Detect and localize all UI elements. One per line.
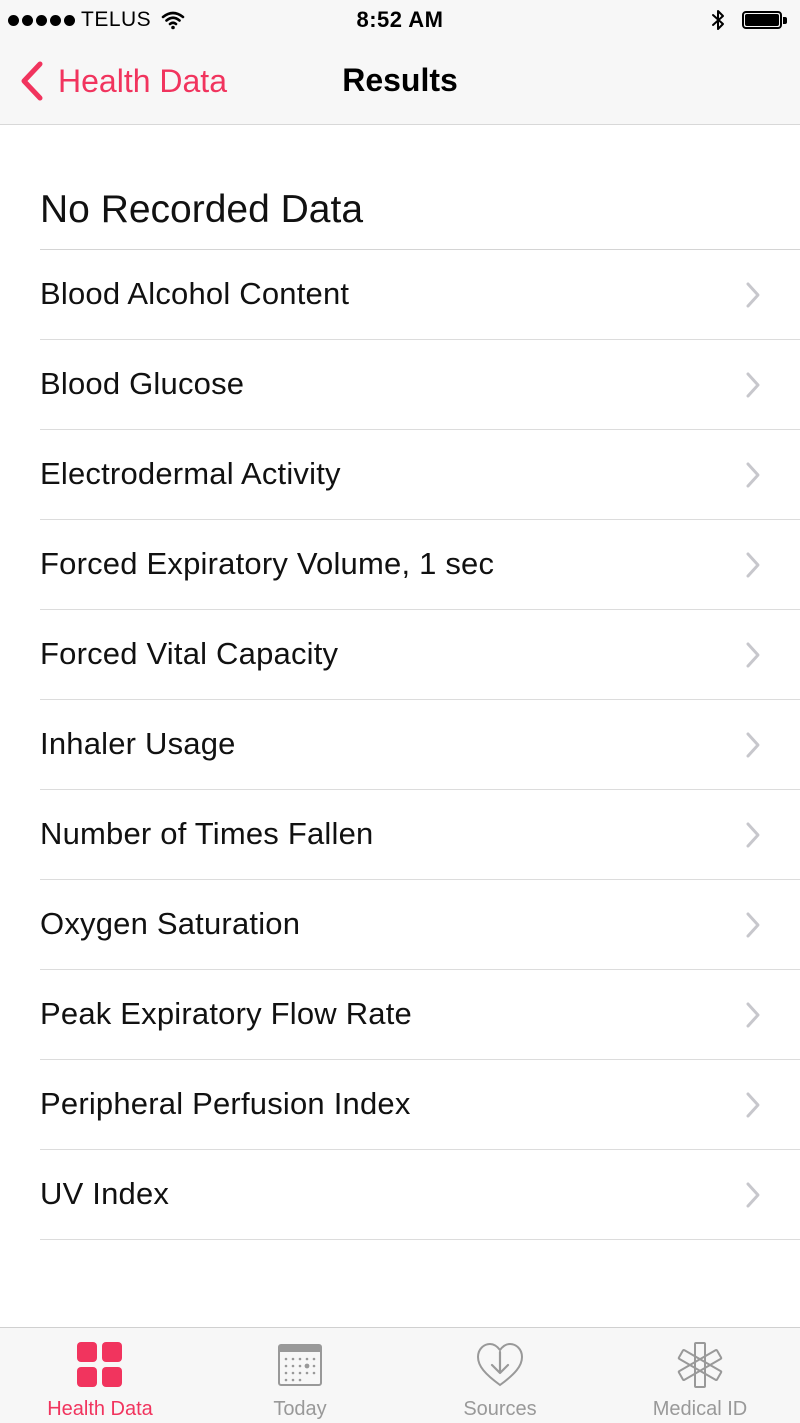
list-item-electrodermal-activity[interactable]: Electrodermal Activity	[0, 430, 800, 520]
list-item-peripheral-perfusion-index[interactable]: Peripheral Perfusion Index	[0, 1060, 800, 1150]
list-item-label: Forced Vital Capacity	[40, 636, 339, 671]
grid-icon	[77, 1342, 122, 1387]
calendar-icon	[278, 1344, 322, 1386]
tab-sources[interactable]: Sources	[400, 1328, 600, 1423]
list-item-label: Electrodermal Activity	[40, 456, 341, 491]
list-item-number-of-times-fallen[interactable]: Number of Times Fallen	[0, 790, 800, 880]
chevron-right-icon	[746, 822, 760, 848]
list-item-label: Forced Expiratory Volume, 1 sec	[40, 546, 495, 581]
tab-bar: Health Data Today Sources Medical ID	[0, 1327, 800, 1423]
results-list: Blood Alcohol Content Blood Glucose Elec…	[0, 250, 800, 1240]
chevron-right-icon	[746, 1002, 760, 1028]
list-item-label: Blood Glucose	[40, 366, 245, 401]
list-item-blood-glucose[interactable]: Blood Glucose	[0, 340, 800, 430]
list-item-oxygen-saturation[interactable]: Oxygen Saturation	[0, 880, 800, 970]
bluetooth-icon	[712, 10, 724, 30]
battery-icon	[742, 9, 790, 31]
chevron-right-icon	[746, 642, 760, 668]
list-item-label: Inhaler Usage	[40, 726, 236, 761]
medical-asterisk-icon	[677, 1342, 723, 1388]
status-bar: TELUS 8:52 AM	[0, 0, 800, 40]
list-item-blood-alcohol-content[interactable]: Blood Alcohol Content	[0, 250, 800, 340]
list-item-label: Peak Expiratory Flow Rate	[40, 996, 412, 1031]
chevron-right-icon	[746, 732, 760, 758]
list-item-label: Oxygen Saturation	[40, 906, 301, 941]
tab-today[interactable]: Today	[200, 1328, 400, 1423]
chevron-right-icon	[746, 552, 760, 578]
tab-label: Health Data	[47, 1398, 153, 1420]
chevron-right-icon	[746, 1092, 760, 1118]
tab-label: Sources	[463, 1398, 537, 1420]
list-item-label: Number of Times Fallen	[40, 816, 374, 851]
list-item-label: Blood Alcohol Content	[40, 276, 350, 311]
chevron-right-icon	[746, 282, 760, 308]
list-item-label: Peripheral Perfusion Index	[40, 1086, 411, 1121]
tab-label: Medical ID	[652, 1398, 748, 1420]
list-item-label: UV Index	[40, 1176, 170, 1211]
status-right	[710, 8, 790, 32]
list-item-forced-expiratory-volume[interactable]: Forced Expiratory Volume, 1 sec	[0, 520, 800, 610]
list-item-inhaler-usage[interactable]: Inhaler Usage	[0, 700, 800, 790]
section-header: No Recorded Data	[40, 188, 364, 231]
chevron-right-icon	[746, 462, 760, 488]
list-item-uv-index[interactable]: UV Index	[0, 1150, 800, 1240]
list-item-forced-vital-capacity[interactable]: Forced Vital Capacity	[0, 610, 800, 700]
chevron-right-icon	[746, 1182, 760, 1208]
list-item-peak-expiratory-flow-rate[interactable]: Peak Expiratory Flow Rate	[0, 970, 800, 1060]
chevron-right-icon	[746, 372, 760, 398]
row-divider	[40, 1239, 800, 1240]
chevron-right-icon	[746, 912, 760, 938]
status-time: 8:52 AM	[356, 7, 444, 32]
tab-label: Today	[273, 1398, 327, 1420]
tab-health-data[interactable]: Health Data	[0, 1328, 200, 1423]
tab-medical-id[interactable]: Medical ID	[600, 1328, 800, 1423]
page-title: Results	[342, 62, 458, 98]
heart-download-icon	[476, 1342, 524, 1387]
navigation-bar: Health Data Results	[0, 40, 800, 125]
